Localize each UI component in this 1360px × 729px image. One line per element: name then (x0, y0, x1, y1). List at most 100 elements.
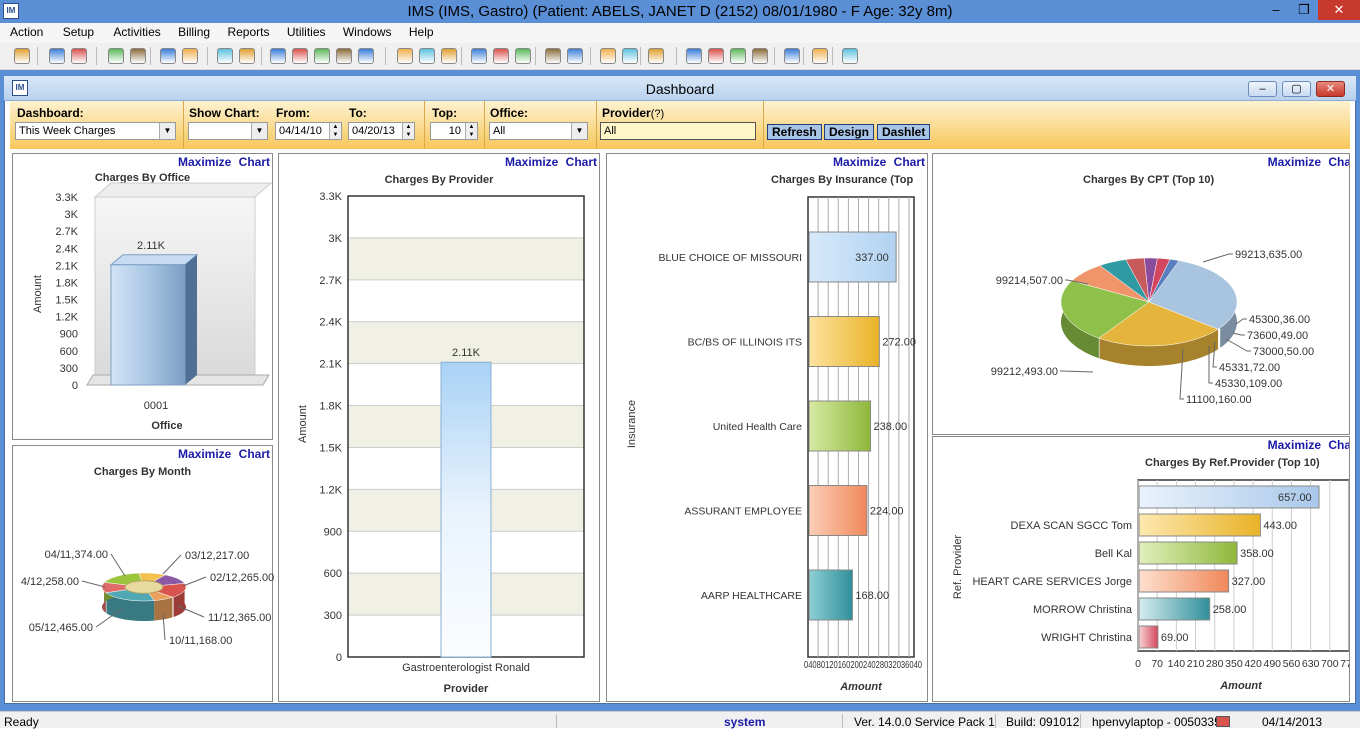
provider-value: All (604, 125, 617, 137)
toolbar-button-icon[interactable] (842, 48, 858, 64)
toolbar-button-icon[interactable] (217, 48, 233, 64)
menu-help[interactable]: Help (395, 23, 434, 39)
separator (183, 101, 184, 149)
toolbar-button-icon[interactable] (130, 48, 146, 64)
bar (808, 485, 868, 536)
chart-wall-top (93, 182, 273, 198)
menu-billing[interactable]: Billing (164, 23, 210, 39)
calendar-icon[interactable] (1216, 716, 1230, 727)
menu-action[interactable]: Action (0, 23, 43, 39)
data-label: 03/12,217.00 (185, 550, 249, 562)
minimize-button[interactable]: – (1262, 0, 1290, 20)
data-label: 11100,160.00 (1186, 394, 1252, 406)
menu-utilities[interactable]: Utilities (273, 23, 326, 39)
toolbar-button-icon[interactable] (419, 48, 435, 64)
toolbar-separator (803, 47, 804, 65)
toolbar-button-icon[interactable] (314, 48, 330, 64)
status-machine: hpenvylaptop - 0050335 (1092, 715, 1221, 729)
toolbar-button-icon[interactable] (812, 48, 828, 64)
grid-band (348, 196, 584, 238)
top-field[interactable]: 10 ▲ ▼ (430, 122, 478, 140)
toolbar-button-icon[interactable] (600, 48, 616, 64)
to-date-field[interactable]: 04/20/13 ▲ ▼ (348, 122, 415, 140)
data-label: 358.00 (1240, 548, 1274, 560)
menu-activities[interactable]: Activities (97, 23, 160, 39)
dashboard-select[interactable]: This Week Charges ▼ (15, 122, 176, 140)
date-spinner[interactable]: ▲ ▼ (329, 123, 341, 139)
toolbar-button-icon[interactable] (648, 48, 664, 64)
data-label: 443.00 (1263, 520, 1297, 532)
toolbar-button-icon[interactable] (397, 48, 413, 64)
toolbar-separator (640, 47, 641, 65)
data-label: 11/12,365.00 (208, 612, 271, 624)
x-tick-label: 350 (1225, 658, 1243, 670)
toolbar-button-icon[interactable] (239, 48, 255, 64)
toolbar-button-icon[interactable] (471, 48, 487, 64)
provider-help-link[interactable]: (?) (651, 108, 664, 120)
chevron-down-icon[interactable]: ▼ (571, 123, 587, 139)
toolbar-button-icon[interactable] (358, 48, 374, 64)
filter-bar: Dashboard: This Week Charges ▼ Show Chart… (10, 101, 1350, 149)
toolbar-button-icon[interactable] (784, 48, 800, 64)
office-select[interactable]: All ▼ (489, 122, 588, 140)
y-axis-label: Amount (297, 405, 309, 443)
x-tick-label: 700 (1321, 658, 1339, 670)
from-date-value: 04/14/10 (279, 125, 322, 137)
y-tick-label: 1.8K (55, 277, 78, 289)
toolbar-button-icon[interactable] (160, 48, 176, 64)
toolbar-button-icon[interactable] (752, 48, 768, 64)
from-date-field[interactable]: 04/14/10 ▲ ▼ (275, 122, 342, 140)
close-button[interactable]: ✕ (1318, 0, 1360, 20)
dashlet-button[interactable]: Dashlet (877, 124, 931, 140)
toolbar-button-icon[interactable] (441, 48, 457, 64)
y-tick-label: 2.4K (55, 243, 78, 255)
refresh-button[interactable]: Refresh (767, 124, 822, 140)
toolbar-button-icon[interactable] (730, 48, 746, 64)
toolbar-button-icon[interactable] (108, 48, 124, 64)
design-button[interactable]: Design (824, 124, 875, 140)
data-label: 224.00 (870, 506, 904, 518)
toolbar-button-icon[interactable] (686, 48, 702, 64)
toolbar-button-icon[interactable] (545, 48, 561, 64)
menu-setup[interactable]: Setup (47, 23, 94, 39)
top-spinner[interactable]: ▲ ▼ (465, 123, 477, 139)
dashboard-close-button[interactable]: ✕ (1316, 81, 1345, 97)
office-value: All (493, 125, 506, 137)
to-date-value: 04/20/13 (352, 125, 395, 137)
leader-line (1232, 332, 1245, 336)
toolbar-button-icon[interactable] (622, 48, 638, 64)
toolbar-button-icon[interactable] (515, 48, 531, 64)
data-label: 05/12,465.00 (29, 622, 93, 634)
office-label: Office: (490, 106, 529, 120)
chevron-down-icon[interactable]: ▼ (159, 123, 175, 139)
toolbar-button-icon[interactable] (567, 48, 583, 64)
provider-field[interactable]: All (600, 122, 756, 140)
data-label: 99214,507.00 (996, 275, 1063, 287)
menu-reports[interactable]: Reports (213, 23, 269, 39)
menu-windows[interactable]: Windows (329, 23, 392, 39)
show-chart-select[interactable]: ▼ (188, 122, 268, 140)
separator (424, 101, 425, 149)
provider-chart: 0 300 600 900 1.2K 1.5K 1.8K 2.1K 2.4K 2.7K 3K 3.3K… (297, 191, 585, 695)
toolbar-button-icon[interactable] (14, 48, 30, 64)
restore-button[interactable]: ❐ (1290, 0, 1318, 20)
toolbar-button-icon[interactable] (71, 48, 87, 64)
toolbar-button-icon[interactable] (493, 48, 509, 64)
y-tick-label: 1.2K (319, 484, 342, 496)
data-label: 69.00 (1161, 632, 1189, 644)
data-label: 168.00 (855, 590, 889, 602)
toolbar-button-icon[interactable] (270, 48, 286, 64)
toolbar-button-icon[interactable] (292, 48, 308, 64)
chevron-down-icon[interactable]: ▼ (251, 123, 267, 139)
date-spinner[interactable]: ▲ ▼ (402, 123, 414, 139)
toolbar-button-icon[interactable] (336, 48, 352, 64)
x-tick-label: 560 (1283, 658, 1301, 670)
dashboard-minimize-button[interactable]: – (1248, 81, 1277, 97)
dashboard-restore-button[interactable]: ▢ (1282, 81, 1311, 97)
y-tick-label: 0 (72, 380, 78, 392)
data-label: 238.00 (874, 421, 908, 433)
toolbar-button-icon[interactable] (49, 48, 65, 64)
toolbar-button-icon[interactable] (708, 48, 724, 64)
panel-insurance: Maximize Chart Charges By Insurance (Top… (606, 153, 928, 702)
toolbar-button-icon[interactable] (182, 48, 198, 64)
